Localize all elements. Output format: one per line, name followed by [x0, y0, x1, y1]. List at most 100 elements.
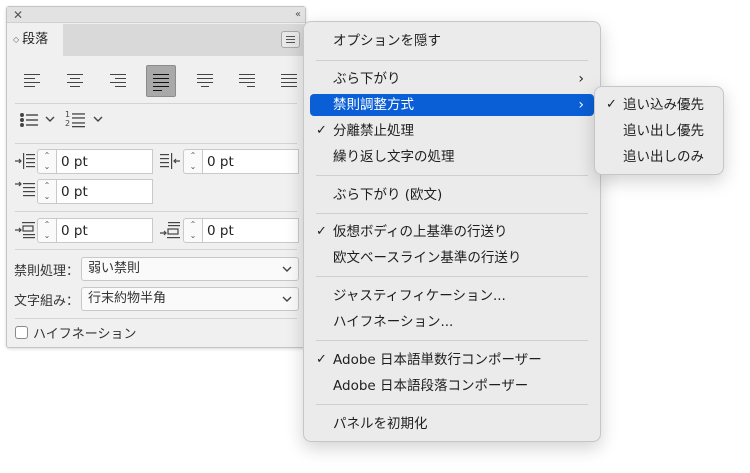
- menu-item-label: ジャスティフィケーション...: [333, 288, 506, 304]
- menu-icon: [286, 36, 295, 37]
- check-icon: ✓: [316, 224, 327, 239]
- menu-item-label: 禁則調整方式: [333, 97, 414, 113]
- divider: [15, 103, 297, 104]
- menu-item-burasagari[interactable]: ぶら下がり ›: [310, 68, 594, 90]
- right-indent-stepper[interactable]: ⌃ ⌄: [183, 149, 203, 174]
- left-indent-field[interactable]: 0 pt: [57, 149, 153, 174]
- space-after-icon: [160, 222, 180, 239]
- submenu-item-label: 追い込み優先: [623, 97, 704, 113]
- panel-title-bar: ✕ ‹‹: [7, 7, 305, 23]
- mojikumi-label: 文字組み：: [14, 294, 80, 309]
- menu-item-label: パネルを初期化: [333, 416, 428, 432]
- menu-item-hyphenation[interactable]: ハイフネーション...: [310, 311, 594, 333]
- align-center-button[interactable]: [60, 65, 90, 97]
- submenu-item-oidashi[interactable]: 追い出し優先: [601, 120, 717, 142]
- chevron-down-icon: [93, 116, 103, 122]
- menu-item-label: 分離禁止処理: [333, 123, 414, 139]
- menu-item-reset-panel[interactable]: パネルを初期化: [310, 413, 594, 435]
- menu-separator: [316, 404, 588, 405]
- check-icon: ✓: [316, 123, 327, 138]
- chevron-down-icon: [282, 296, 292, 302]
- align-right-button[interactable]: [102, 65, 132, 97]
- justify-right-button[interactable]: [232, 65, 262, 97]
- justify-left-button[interactable]: [146, 65, 176, 97]
- menu-item-label: 繰り返し文字の処理: [333, 149, 455, 165]
- space-before-icon: [15, 222, 35, 239]
- menu-item-paragraph-composer[interactable]: Adobe 日本語段落コンポーザー: [310, 375, 594, 397]
- bullet-list-button[interactable]: [19, 111, 59, 133]
- check-icon: ✓: [316, 352, 327, 367]
- menu-item-label: Adobe 日本語単数行コンポーザー: [333, 352, 542, 368]
- menu-separator: [316, 340, 588, 341]
- numbered-list-icon: 1 2: [65, 110, 85, 128]
- menu-separator: [316, 175, 588, 176]
- menu-item-label: オプションを隠す: [333, 33, 441, 49]
- hyphenation-label: ハイフネーション: [33, 327, 137, 342]
- bullet-list-icon: [20, 113, 38, 127]
- menu-separator: [316, 213, 588, 214]
- panel-flyout-menu: オプションを隠す ぶら下がり › 禁則調整方式 › ✓ 分離禁止処理 繰り返し文字の処…: [303, 21, 601, 442]
- menu-item-single-line-composer[interactable]: ✓ Adobe 日本語単数行コンポーザー: [310, 349, 594, 371]
- chevron-right-icon: ›: [578, 71, 584, 87]
- kinsoku-label: 禁則処理：: [14, 264, 80, 279]
- menu-item-roman-hanging[interactable]: ぶら下がり (欧文): [310, 184, 594, 206]
- kinsoku-submenu: ✓ 追い込み優先 追い出し優先 追い出しのみ: [594, 86, 724, 175]
- menu-separator: [316, 276, 588, 277]
- menu-item-label: 欧文ベースライン基準の行送り: [333, 250, 522, 266]
- hyphenation-checkbox[interactable]: [15, 326, 28, 339]
- right-indent-icon: [160, 153, 180, 169]
- justify-all-button[interactable]: [274, 65, 304, 97]
- menu-item-top-leading[interactable]: ✓ 仮想ボディの上基準の行送り: [310, 221, 594, 243]
- right-indent-field[interactable]: 0 pt: [203, 149, 299, 174]
- menu-item-kinsoku-method[interactable]: 禁則調整方式 ›: [310, 94, 594, 116]
- tab-updown-icon: ◇: [13, 35, 20, 44]
- justify-center-button[interactable]: [190, 65, 220, 97]
- space-before-stepper[interactable]: ⌃ ⌄: [37, 218, 57, 243]
- numbered-list-button[interactable]: 1 2: [65, 109, 105, 131]
- panel-tab-bar: ◇ 段落: [7, 24, 305, 56]
- first-line-indent-stepper[interactable]: ⌃ ⌄: [37, 179, 57, 204]
- menu-item-label: ぶら下がり (欧文): [333, 187, 443, 203]
- chevron-right-icon: ›: [578, 97, 584, 113]
- first-line-indent-field[interactable]: 0 pt: [57, 179, 153, 204]
- svg-text:1: 1: [65, 110, 70, 119]
- left-indent-stepper[interactable]: ⌃ ⌄: [37, 149, 57, 174]
- divider: [15, 143, 297, 144]
- collapse-icon[interactable]: ‹‹: [295, 7, 301, 23]
- align-left-button[interactable]: [18, 65, 48, 97]
- menu-item-baseline-leading[interactable]: 欧文ベースライン基準の行送り: [310, 247, 594, 269]
- svg-text:2: 2: [65, 119, 70, 128]
- close-icon[interactable]: ✕: [13, 7, 23, 23]
- divider: [15, 249, 297, 250]
- tab-paragraph[interactable]: ◇ 段落: [7, 24, 63, 56]
- space-after-stepper[interactable]: ⌃ ⌄: [183, 218, 203, 243]
- submenu-item-oidashi-only[interactable]: 追い出しのみ: [601, 146, 717, 168]
- panel-menu-button[interactable]: [281, 31, 300, 48]
- chevron-down-icon: [45, 116, 55, 122]
- divider: [15, 211, 297, 212]
- tab-paragraph-label: 段落: [22, 32, 49, 47]
- mojikumi-select[interactable]: 行末約物半角: [81, 287, 299, 311]
- menu-item-label: ぶら下がり: [333, 71, 401, 87]
- divider: [15, 318, 297, 319]
- chevron-down-icon: [282, 266, 292, 272]
- submenu-item-label: 追い出しのみ: [623, 149, 704, 165]
- space-after-field[interactable]: 0 pt: [203, 218, 299, 243]
- menu-separator: [316, 60, 588, 61]
- first-line-indent-icon: [15, 181, 35, 197]
- submenu-item-label: 追い出し優先: [623, 123, 704, 139]
- menu-item-hide-options[interactable]: オプションを隠す: [310, 30, 594, 52]
- kinsoku-value: 弱い禁則: [88, 261, 141, 276]
- menu-item-justification[interactable]: ジャスティフィケーション...: [310, 285, 594, 307]
- paragraph-panel: ✕ ‹‹ ◇ 段落 1 2 ⌃ ⌄ 0 pt ⌃ ⌄ 0 pt ⌃ ⌄ 0 pt…: [6, 6, 306, 348]
- menu-item-bunri-kinshi[interactable]: ✓ 分離禁止処理: [310, 120, 594, 142]
- submenu-item-oikomi[interactable]: ✓ 追い込み優先: [601, 94, 717, 116]
- menu-item-label: ハイフネーション...: [333, 314, 454, 330]
- check-icon: ✓: [606, 97, 617, 112]
- menu-item-label: 仮想ボディの上基準の行送り: [333, 224, 508, 240]
- space-before-field[interactable]: 0 pt: [57, 218, 153, 243]
- menu-item-repeat-char[interactable]: 繰り返し文字の処理: [310, 146, 594, 168]
- menu-item-label: Adobe 日本語段落コンポーザー: [333, 378, 529, 394]
- kinsoku-select[interactable]: 弱い禁則: [81, 257, 299, 281]
- mojikumi-value: 行末約物半角: [88, 291, 167, 306]
